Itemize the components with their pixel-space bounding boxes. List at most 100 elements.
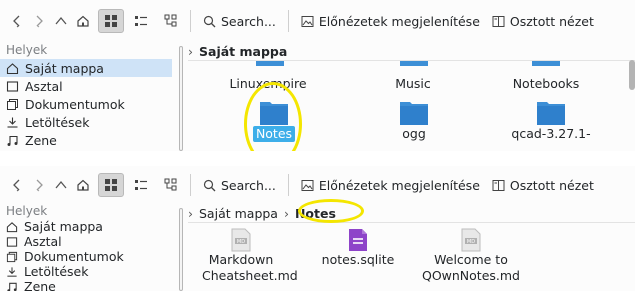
folder-icon: [400, 61, 428, 66]
show-previews-button[interactable]: Előnézetek megjelenítése: [295, 171, 486, 199]
breadcrumb-chevron-icon: ›: [188, 43, 193, 59]
sidebar-item-music[interactable]: Zene: [0, 279, 176, 291]
scrollbar-handle[interactable]: [629, 60, 635, 90]
compact-view-button[interactable]: [128, 9, 154, 33]
home-icon: [6, 221, 18, 232]
folder-item-selected[interactable]: Notes: [243, 98, 305, 142]
file-view: MD Markdown Cheatsheet.md notes.sqlite M…: [188, 224, 635, 291]
downloads-icon: [7, 266, 17, 277]
sidebar-item-label: Letöltések: [25, 114, 90, 130]
split-view-button[interactable]: Osztott nézet: [486, 7, 600, 35]
breadcrumb-divider: [188, 222, 635, 223]
breadcrumb-item-home[interactable]: Saját mappa: [199, 206, 278, 221]
sidebar-item-downloads[interactable]: Letöltések: [0, 113, 176, 131]
icons-view-button[interactable]: [98, 9, 124, 33]
svg-text:MD: MD: [467, 239, 475, 245]
sidebar-item-desktop[interactable]: Asztal: [0, 77, 176, 95]
toolbar-separator: [287, 10, 289, 32]
split-view-label: Osztott nézet: [509, 13, 594, 29]
search-label: Search...: [221, 13, 276, 29]
documents-icon: [7, 98, 18, 110]
folder-item[interactable]: Music: [373, 76, 453, 92]
folder-label: Notebooks: [512, 76, 580, 91]
sidebar-item-label: Asztal: [24, 234, 62, 249]
sidebar-item-downloads[interactable]: Letöltések: [0, 264, 176, 279]
folder-label: Music: [395, 76, 431, 91]
details-view-button[interactable]: [158, 9, 184, 33]
folder-icon: [537, 102, 565, 125]
file-label: Markdown: [208, 252, 274, 267]
image-preview-icon: [301, 179, 314, 191]
places-heading: Helyek: [6, 43, 48, 57]
compact-view-button[interactable]: [128, 173, 154, 197]
sidebar-item-documents[interactable]: Dokumentumok: [0, 95, 176, 113]
home-icon: [77, 179, 89, 191]
search-button[interactable]: Search...: [197, 171, 282, 199]
toolbar: Search... Előnézetek megjelenítése Oszto…: [0, 0, 635, 42]
home-button[interactable]: [72, 7, 94, 35]
documents-icon: [6, 251, 18, 262]
tree-view-icon: [164, 178, 177, 191]
search-icon: [203, 15, 216, 27]
show-previews-button[interactable]: Előnézetek megjelenítése: [295, 7, 486, 35]
up-button[interactable]: [50, 7, 72, 35]
sidebar-item-home[interactable]: Saját mappa: [0, 59, 172, 77]
file-item[interactable]: MD Markdown Cheatsheet.md: [202, 228, 298, 284]
music-icon: [7, 282, 17, 291]
breadcrumb-item-home[interactable]: Saját mappa: [199, 44, 287, 59]
sidebar-item-desktop[interactable]: Asztal: [0, 234, 176, 249]
screenshot-gap: [0, 151, 635, 166]
show-previews-label: Előnézetek megjelenítése: [318, 177, 480, 193]
home-button[interactable]: [72, 171, 94, 199]
svg-text:MD: MD: [237, 239, 245, 245]
chevron-up-icon: [55, 16, 67, 25]
home-icon: [77, 15, 89, 27]
forward-button[interactable]: [28, 7, 50, 35]
toolbar: Search... Előnézetek megjelenítése Oszto…: [0, 166, 635, 204]
icons-view-button[interactable]: [98, 173, 124, 197]
folder-icon: [532, 61, 560, 66]
sidebar-item-label: Saját mappa: [24, 219, 103, 234]
home-icon: [6, 62, 19, 74]
file-label: notes.sqlite: [321, 252, 395, 267]
breadcrumb-item-notes[interactable]: Notes: [295, 206, 336, 221]
show-previews-label: Előnézetek megjelenítése: [318, 13, 480, 29]
back-button[interactable]: [6, 171, 28, 199]
desktop-icon: [6, 80, 19, 92]
search-icon: [203, 179, 216, 191]
folder-icon: [260, 102, 288, 125]
sidebar-splitter[interactable]: [178, 206, 184, 291]
split-view-button[interactable]: Osztott nézet: [486, 171, 600, 199]
file-item[interactable]: notes.sqlite: [318, 228, 398, 268]
split-view-icon: [492, 15, 505, 27]
sidebar-item-home[interactable]: Saját mappa: [0, 219, 176, 234]
grid-view-icon: [105, 179, 117, 191]
folder-item[interactable]: qcad-3.27.1-: [501, 98, 601, 142]
places-sidebar: Helyek Saját mappa Asztal Dokumentumok L…: [0, 204, 176, 291]
chevron-right-icon: [36, 179, 43, 192]
sidebar-splitter[interactable]: [178, 44, 184, 151]
chevron-right-icon: [36, 15, 43, 28]
sidebar-item-music[interactable]: Zene: [0, 131, 176, 149]
folder-item[interactable]: Notebooks: [496, 76, 596, 92]
folder-item[interactable]: Linuxempire: [223, 76, 313, 92]
sqlite-file-icon: [349, 229, 367, 251]
up-button[interactable]: [50, 171, 72, 199]
sidebar-item-label: Asztal: [25, 78, 63, 94]
split-view-label: Osztott nézet: [509, 177, 594, 193]
markdown-file-icon: MD: [461, 228, 481, 252]
places-heading: Helyek: [6, 204, 48, 218]
sidebar-item-documents[interactable]: Dokumentumok: [0, 249, 176, 264]
file-item[interactable]: MD Welcome to QOwnNotes.md: [421, 228, 521, 284]
folder-item[interactable]: ogg: [384, 98, 444, 142]
tree-view-icon: [164, 14, 177, 27]
search-button[interactable]: Search...: [197, 7, 282, 35]
chevron-left-icon: [13, 179, 20, 192]
chevron-up-icon: [55, 180, 67, 189]
file-label: Welcome to: [434, 252, 508, 267]
details-view-button[interactable]: [158, 173, 184, 197]
forward-button[interactable]: [28, 171, 50, 199]
back-button[interactable]: [6, 7, 28, 35]
folder-label: ogg: [402, 126, 426, 141]
sidebar-item-label: Zene: [25, 132, 57, 148]
